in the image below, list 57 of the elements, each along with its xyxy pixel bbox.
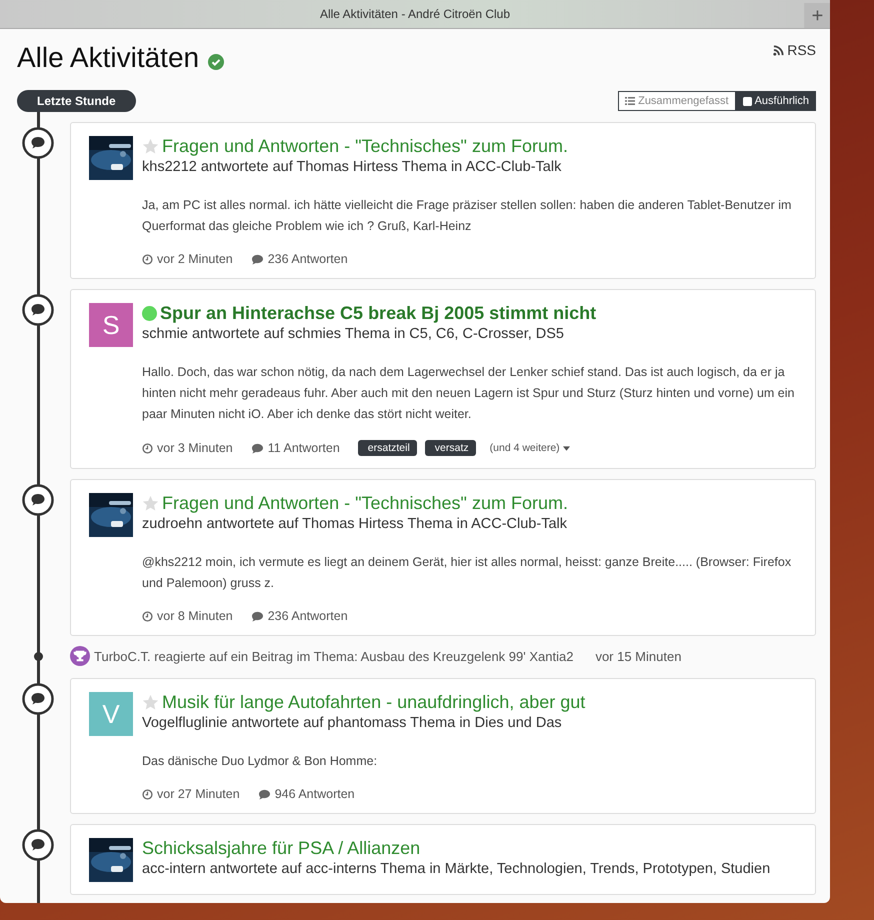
caret-icon: [562, 446, 570, 450]
topic-title-link[interactable]: Schicksalsjahre für PSA / Allianzen: [142, 838, 420, 859]
clock-icon: [142, 254, 153, 264]
activity-subtitle: zudroehn antwortete auf Thomas Hirtess Thema in ACC-Club-Talk: [142, 516, 568, 532]
tag-chip[interactable]: versatz: [424, 440, 476, 456]
reaction-text: TurboC.T. reagierte auf ein Beitrag im Thema: Ausbau des Kreuzgelenk 99' Xantia2: [94, 648, 574, 664]
reply-count: 11 Antworten: [268, 441, 340, 455]
square-icon: [742, 96, 752, 106]
topic-title-link[interactable]: Fragen und Antworten - "Technisches" zum Forum.: [162, 493, 568, 514]
trophy-icon: [70, 646, 90, 666]
comment-icon: [250, 610, 264, 622]
comment-icon: [22, 829, 54, 861]
activity-subtitle: schmie antwortete auf schmies Thema in C5, C6, C-Crosser, DS5: [142, 326, 566, 342]
user-avatar[interactable]: S: [89, 303, 133, 347]
post-time: vor 3 Minuten: [157, 441, 233, 455]
activity-subtitle: khs2212 antwortete auf Thomas Hirtess Thema in ACC-Club-Talk: [142, 159, 562, 175]
window-title: Alle Aktivitäten - André Citroën Club: [320, 7, 510, 21]
post-time: vor 8 Minuten: [157, 609, 233, 623]
view-toggle[interactable]: Ausführlich: [736, 91, 816, 111]
timeline-dot: [34, 652, 43, 661]
new-tab-button[interactable]: +: [804, 3, 830, 28]
rss-link[interactable]: RSS: [773, 42, 816, 58]
post-excerpt: Ja, am PC ist alles normal. ich hätte vielleicht die Frage präziser stellen sollen: haben die anderen Tablet-Benutzer im Querformat das gleiche Problem wie ich ? Gruß, Karl-Heinz: [142, 197, 792, 235]
reply-count: 946 Antworten: [274, 787, 355, 801]
view-toggle[interactable]: Zusammengefasst: [618, 91, 736, 111]
reply-count: 236 Antworten: [268, 252, 348, 266]
star-icon[interactable]: [142, 495, 159, 512]
star-icon[interactable]: [142, 694, 159, 711]
comment-icon: [258, 788, 271, 800]
tag-chip[interactable]: ersatzteil: [358, 440, 417, 456]
activity-subtitle: acc-intern antwortete auf acc-interns Thema in Märkte, Technologien, Trends, Prototypen, Studien: [142, 861, 770, 877]
post-time: vor 27 Minuten: [157, 787, 240, 801]
post-excerpt: @khs2212 moin, ich vermute es liegt an deinem Gerät, hier ist alles normal, heisst: ganze Breite..... (Browser: Firefox und Palemoon) gruss z.: [142, 554, 792, 592]
comment-icon: [22, 683, 54, 715]
comment-icon: [22, 294, 54, 326]
clock-icon: [142, 442, 153, 454]
post-excerpt: Hallo. Doch, das war schon nötig, da nach dem Lagerwechsel der Lenker schief stand. Das ist auch logisch, da er ja hinten nicht mehr geradeaus fuhr. Aber auch mit den neuen Lagern ist Spur und Sturz (Sturz hinten und vorne) um ein paar Minuten nicht iO. Aber ich denke das stört nicht weiter.: [142, 364, 796, 423]
list-icon: [625, 96, 636, 106]
reply-count: 236 Antworten: [268, 609, 348, 623]
topic-title-link[interactable]: Fragen und Antworten - "Technisches" zum Forum.: [162, 136, 568, 157]
page-title: Alle Aktivitäten: [17, 42, 200, 74]
period-label: Letzte Stunde: [17, 90, 136, 112]
post-time: vor 2 Minuten: [157, 252, 233, 266]
topic-title-link[interactable]: Musik für lange Autofahrten - unaufdringlich, aber gut: [162, 692, 586, 713]
post-excerpt: Das dänische Duo Lydmor & Bon Homme:: [142, 753, 378, 770]
clock-icon: [142, 788, 153, 800]
comment-icon: [250, 254, 264, 264]
topic-title-link[interactable]: Spur an Hinterachse C5 break Bj 2005 stimmt nicht: [160, 303, 596, 324]
clock-icon: [142, 610, 153, 622]
rss-icon: [773, 44, 784, 56]
more-tags-link[interactable]: (und 4 weitere): [490, 442, 570, 454]
activity-subtitle: Vogelfluglinie antwortete auf phantomass Thema in Dies und Das: [142, 715, 563, 731]
comment-icon: [22, 484, 54, 516]
comment-icon: [250, 442, 264, 454]
star-icon[interactable]: [142, 138, 159, 155]
comment-icon: [22, 127, 54, 159]
reaction-time: vor 15 Minuten: [595, 648, 682, 664]
